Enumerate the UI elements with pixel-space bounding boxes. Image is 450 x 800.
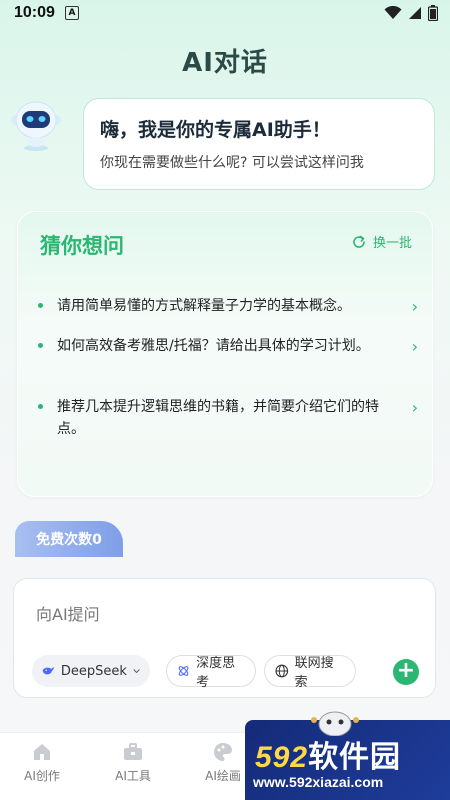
- bullet-dot: [38, 303, 43, 308]
- nav-item-ai-create[interactable]: AI创作: [7, 741, 77, 784]
- home-icon: [34, 744, 50, 760]
- bullet-dot: [38, 404, 43, 409]
- notification-icon: A: [64, 6, 79, 20]
- question-item[interactable]: 推荐几本提升逻辑思维的书籍，并简要介绍它们的特点。 ›: [38, 396, 418, 440]
- deep-think-label: 深度思考: [196, 656, 236, 690]
- atom-icon: [178, 666, 189, 676]
- chevron-right-icon: ›: [411, 337, 418, 356]
- refresh-icon: [353, 235, 365, 248]
- page-title: AI对话: [182, 48, 268, 78]
- bullet-dot: [38, 343, 43, 348]
- watermark-brand: 592软件园: [255, 741, 402, 774]
- web-search-toggle[interactable]: 联网搜索: [264, 655, 356, 690]
- robot-avatar-icon: [11, 101, 61, 151]
- refresh-label: 换一批: [372, 236, 412, 251]
- guess-card: 猜你想问 换一批 请用简单易懂的方式解释量子力学的基本概念。 › 如何高效备考雅…: [17, 211, 433, 497]
- palette-icon: [214, 743, 232, 761]
- ask-input[interactable]: 向AI提问: [36, 601, 100, 625]
- battery-icon: [428, 5, 438, 21]
- question-item[interactable]: 请用简单易懂的方式解释量子力学的基本概念。 ›: [38, 295, 418, 317]
- deepseek-whale-icon: [42, 667, 55, 675]
- welcome-title: 嗨，我是你的专属AI助手！: [100, 119, 331, 141]
- status-bar: 10:09 A: [0, 0, 450, 26]
- question-text: 请用简单易懂的方式解释量子力学的基本概念。: [57, 298, 351, 314]
- mascot-icon: [311, 711, 359, 736]
- question-text: 如何高效备考雅思/托福？请给出具体的学习计划。: [57, 338, 370, 354]
- ask-input-box[interactable]: 向AI提问 DeepSeek 深度思考 联网搜索 +: [13, 578, 436, 698]
- chevron-right-icon: ›: [411, 297, 418, 316]
- question-text: 推荐几本提升逻辑思维的书籍，并简要介绍它们的特点。: [57, 399, 379, 437]
- model-label: DeepSeek: [60, 663, 127, 679]
- status-icons: [384, 5, 438, 21]
- welcome-card: 嗨，我是你的专属AI助手！ 你现在需要做些什么呢? 可以尝试这样问我: [83, 98, 435, 190]
- globe-icon: [275, 664, 289, 678]
- welcome-subtitle: 你现在需要做些什么呢? 可以尝试这样问我: [100, 155, 364, 171]
- chevron-down-icon: [133, 669, 140, 674]
- add-button[interactable]: +: [393, 659, 419, 685]
- web-search-label: 联网搜索: [294, 656, 334, 690]
- chevron-right-icon: ›: [411, 398, 418, 417]
- deep-think-toggle[interactable]: 深度思考: [166, 655, 256, 690]
- guess-title: 猜你想问: [40, 234, 124, 258]
- refresh-button[interactable]: 换一批: [351, 232, 412, 251]
- toolbox-icon: [124, 743, 142, 760]
- nav-item-ai-tools[interactable]: AI工具: [98, 741, 168, 784]
- free-count-badge: 免费次数0: [15, 521, 123, 557]
- status-time: 10:09: [14, 4, 55, 21]
- wifi-icon: [384, 6, 402, 19]
- question-item[interactable]: 如何高效备考雅思/托福？请给出具体的学习计划。 ›: [38, 335, 418, 357]
- watermark-url: www.592xiazai.com: [253, 774, 384, 790]
- signal-icon: [409, 7, 421, 19]
- model-select[interactable]: DeepSeek: [32, 655, 150, 687]
